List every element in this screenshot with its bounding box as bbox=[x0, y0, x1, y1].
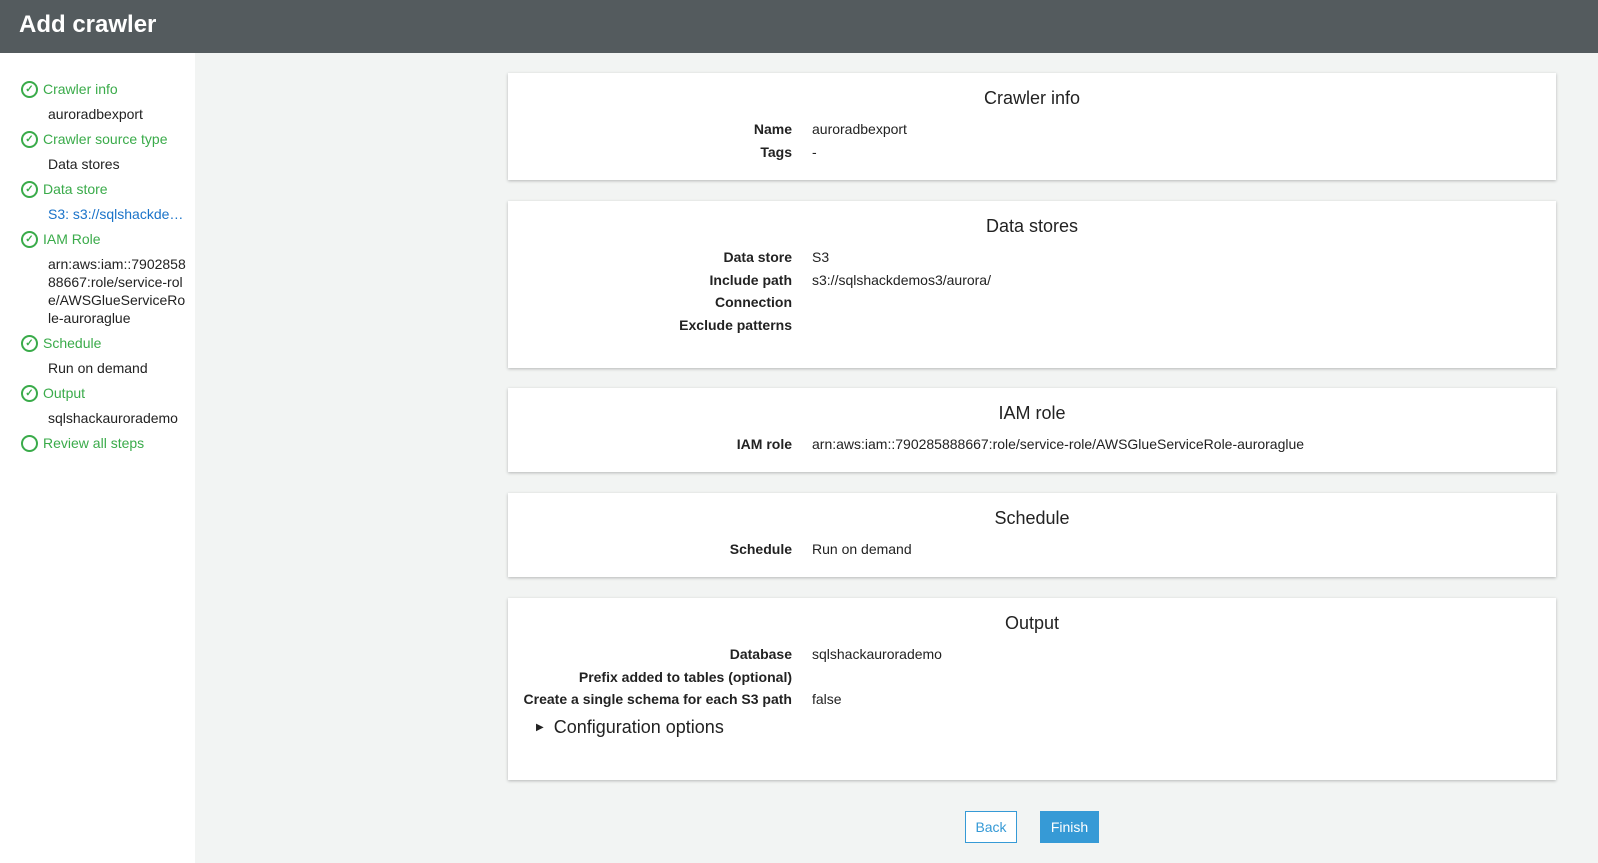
step-value-link[interactable]: S3: s3://sqlshackdemos3/aurora/ bbox=[48, 205, 188, 223]
step-label: Schedule bbox=[43, 335, 102, 351]
back-button[interactable]: Back bbox=[965, 811, 1017, 843]
field-label: IAM role bbox=[736, 436, 792, 452]
field-label: Exclude patterns bbox=[679, 316, 792, 333]
field-label: Prefix added to tables (optional) bbox=[578, 668, 792, 685]
caret-right-icon: ▶ bbox=[536, 721, 544, 733]
steps-sidebar: ✓ Crawler info auroradbexport ✓ Crawler so… bbox=[0, 53, 195, 863]
step-crawler-source-type[interactable]: ✓ Crawler source type bbox=[21, 130, 195, 148]
check-circle-icon: ✓ bbox=[21, 230, 38, 248]
step-value: auroradbexport bbox=[48, 106, 143, 122]
field-value: - bbox=[812, 143, 817, 160]
field-label: Data store bbox=[723, 249, 792, 265]
step-review[interactable]: Review all steps bbox=[21, 434, 195, 452]
step-label: Review all steps bbox=[43, 435, 145, 451]
output-card: Output Database sqlshackaurorademo Prefix… bbox=[508, 598, 1556, 780]
iam-role-card: IAM role IAM rolearn:aws:iam::7902858886… bbox=[508, 388, 1556, 472]
field-value: arn:aws:iam::790285888667:role/service-r… bbox=[812, 436, 1305, 452]
check-circle-icon: ✓ bbox=[21, 180, 38, 198]
field-label: Database bbox=[729, 646, 792, 662]
finish-button[interactable]: Finish bbox=[1040, 811, 1099, 843]
field-value: false bbox=[812, 691, 842, 707]
step-label: Data store bbox=[43, 181, 108, 197]
check-circle-icon: ✓ bbox=[21, 334, 38, 352]
configuration-options-toggle[interactable]: ▶ Configuration options bbox=[536, 717, 1556, 738]
schedule-card: Schedule Schedule Run on demand bbox=[508, 493, 1556, 577]
step-value: sqlshackaurorademo bbox=[48, 410, 178, 426]
step-crawler-info[interactable]: ✓ Crawler info bbox=[21, 80, 195, 98]
field-value: s3://sqlshackdemos3/aurora/ bbox=[812, 271, 991, 288]
field-label: Name bbox=[753, 121, 792, 137]
field-label: Connection bbox=[715, 294, 792, 310]
field-value: auroradbexport bbox=[812, 121, 907, 137]
field-label: Create a single schema for each S3 path bbox=[523, 691, 792, 707]
configuration-options-label: Configuration options bbox=[553, 716, 724, 737]
field-label: Schedule bbox=[729, 541, 792, 557]
step-label: Output bbox=[43, 385, 86, 401]
card-title: IAM role bbox=[998, 403, 1066, 423]
page-header: Add crawler bbox=[0, 0, 1598, 53]
step-data-store[interactable]: ✓ Data store bbox=[21, 180, 195, 198]
step-schedule[interactable]: ✓ Schedule bbox=[21, 334, 195, 352]
check-circle-icon: ✓ bbox=[21, 80, 38, 98]
card-title: Output bbox=[1004, 613, 1060, 633]
check-circle-icon: ✓ bbox=[21, 384, 38, 402]
crawler-info-card: Crawler info Name auroradbexport Tags - bbox=[508, 73, 1556, 180]
step-value: arn:aws:iam::790285888667:role/service-r… bbox=[48, 256, 186, 326]
field-label: Include path bbox=[709, 271, 792, 288]
check-circle-icon: ✓ bbox=[21, 130, 38, 148]
step-label: IAM Role bbox=[43, 231, 101, 247]
card-title: Schedule bbox=[994, 508, 1070, 528]
step-value: Run on demand bbox=[48, 360, 148, 376]
data-stores-card: Data stores Data store S3 Include path s3:… bbox=[508, 201, 1556, 368]
step-value: Data stores bbox=[48, 156, 120, 172]
circle-icon bbox=[21, 434, 38, 452]
field-value: Run on demand bbox=[812, 541, 912, 557]
card-title: Crawler info bbox=[983, 88, 1081, 108]
step-label: Crawler info bbox=[43, 81, 118, 97]
field-value: sqlshackaurorademo bbox=[812, 646, 942, 662]
field-value: S3 bbox=[812, 249, 830, 265]
step-iam-role[interactable]: ✓ IAM Role bbox=[21, 230, 195, 248]
step-label: Crawler source type bbox=[43, 131, 168, 147]
field-label: Tags bbox=[760, 143, 792, 160]
step-output[interactable]: ✓ Output bbox=[21, 384, 195, 402]
card-title: Data stores bbox=[985, 216, 1079, 236]
